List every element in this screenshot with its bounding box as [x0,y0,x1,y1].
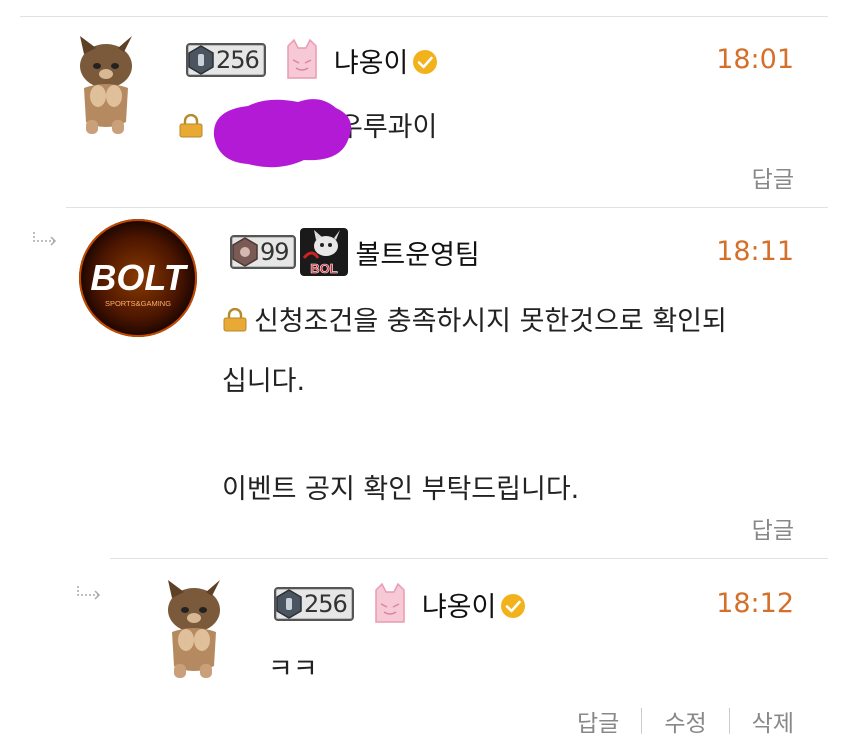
comment-time: 18:11 [716,236,794,267]
level-gem-icon [232,237,258,267]
lock-icon [223,308,247,332]
comment-line-spacer [222,406,802,466]
comment-line: 신청조건을 충족하시지 못한것으로 확인되 [222,298,802,346]
comment-divider [110,558,828,559]
reply-button[interactable]: 답글 [752,511,794,545]
comment-actions: 답글 [752,511,794,545]
level-gem-icon [188,45,214,75]
reply-button[interactable]: 답글 [752,160,794,194]
comment-time: 18:01 [716,44,794,75]
svg-text:BOL: BOL [310,261,338,276]
reply-arrow-icon [33,232,57,246]
comment-line-text: 신청조건을 충족하시지 못한것으로 확인되 [254,306,727,337]
comment-actions: 답글 [752,160,794,194]
action-separator [728,708,730,734]
lock-icon [179,114,203,138]
comment-meta: 256 냐옹이 [186,36,438,84]
comment-time: 18:12 [716,588,794,619]
nickname[interactable]: 냐옹이 [422,585,497,624]
user-emblem-icon: BOL [299,228,348,276]
verified-badge-icon [501,594,526,618]
level-number: 256 [216,46,260,74]
delete-button[interactable]: 삭제 [752,704,794,738]
avatar[interactable]: BOLT SPORTS&GAMING [78,218,198,338]
avatar-logo-sub: SPORTS&GAMING [105,299,171,308]
level-number: 99 [260,238,290,266]
user-emblem-icon [365,580,414,628]
user-emblem-icon [277,36,326,84]
level-badge: 256 [274,587,354,621]
comment-item: 256 냐옹이 18:12 ㅋㅋ 답글 수정 삭제 [0,560,850,746]
level-badge: 256 [186,43,266,77]
comment-item: 256 냐옹이 18:01 우루과이 답글 [0,0,850,205]
level-number: 256 [304,590,348,618]
comment-text: 신청조건을 충족하시지 못한것으로 확인되 십니다. 이벤트 공지 확인 부탁드… [222,298,802,514]
avatar[interactable] [154,580,232,680]
comment-meta: 99 BOL 볼트운영팀 [230,228,480,276]
level-gem-icon [276,589,302,619]
level-badge: 99 [230,235,296,269]
verified-badge-icon [413,50,438,74]
comment-item: BOLT SPORTS&GAMING 99 BOL 볼트운영팀 18:11 신청 [0,208,850,558]
reply-arrow-icon [77,586,101,600]
comment-text: ㅋㅋ [268,654,318,680]
nickname[interactable]: 볼트운영팀 [356,233,480,272]
comment-line: 십니다. [222,366,306,397]
comment-line: 이벤트 공지 확인 부탁드립니다. [222,474,580,505]
reply-button[interactable]: 답글 [577,704,619,738]
edit-button[interactable]: 수정 [664,704,706,738]
comment-actions: 답글 수정 삭제 [577,704,794,738]
redaction-mark [213,99,352,168]
action-separator [641,708,643,734]
nickname[interactable]: 냐옹이 [334,41,409,80]
avatar[interactable] [66,36,144,136]
avatar-logo-text: BOLT [90,257,188,298]
comment-meta: 256 냐옹이 [274,580,526,628]
